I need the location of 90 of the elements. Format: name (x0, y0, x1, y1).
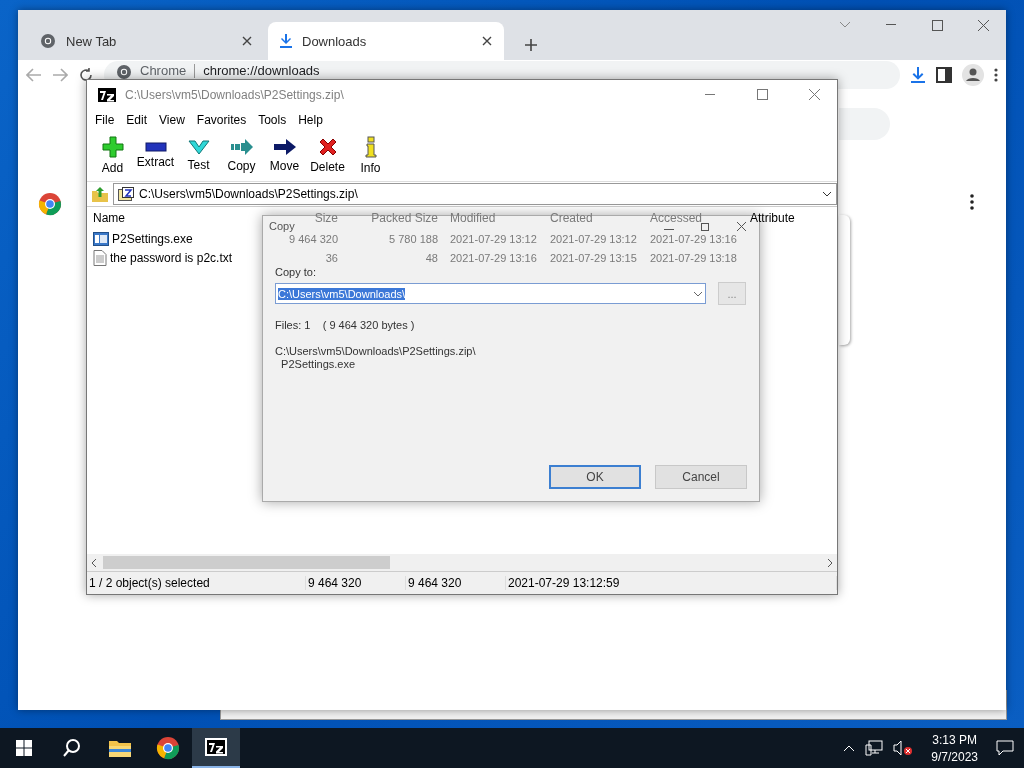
window-title: C:\Users\vm5\Downloads\P2Settings.zip\ (125, 87, 345, 102)
chevron-down-icon[interactable] (822, 191, 832, 197)
chevron-down-icon (187, 139, 210, 155)
archive-icon (118, 187, 134, 201)
chevron-up-icon[interactable] (843, 744, 856, 752)
dialog-button[interactable]: Cancel (655, 465, 747, 489)
windows-start-icon[interactable] (16, 740, 32, 756)
status-text: 1 / 2 object(s) selected (87, 576, 306, 590)
arrow-right-icon (229, 138, 254, 156)
minimize-icon[interactable] (664, 229, 674, 231)
status-text: 9 464 320 (406, 576, 506, 590)
application-icon (93, 231, 109, 246)
destination-combobox[interactable]: C:\Users\vm5\Downloads\ (275, 283, 706, 304)
status-text: 9 464 320 (306, 576, 406, 590)
folder-icon[interactable] (108, 738, 132, 758)
toolbar-button[interactable]: Add (91, 132, 134, 179)
table-cell-text: 2021-07-29 13:16 (449, 251, 538, 264)
close-icon[interactable] (736, 222, 746, 231)
address-field[interactable]: C:\Users\vm5\Downloads\P2Settings.zip\ (113, 183, 837, 205)
table-cell-text: 2021-07-29 13:18 (649, 251, 738, 264)
table-cell-text: 48 (424, 251, 439, 264)
menu-icon[interactable] (994, 68, 998, 82)
arrow-right-icon (272, 138, 297, 156)
table-cell-text: 2021-07-29 13:15 (549, 251, 638, 264)
browser-tab[interactable]: New Tab (28, 22, 264, 60)
toolbar-button[interactable]: Test (177, 132, 220, 179)
close-icon[interactable] (482, 36, 492, 46)
source-path: C:\Users\vm5\Downloads\P2Settings.zip\ (275, 345, 477, 358)
maximize-icon[interactable] (931, 19, 943, 31)
download-icon (280, 34, 292, 48)
search-field[interactable] (839, 108, 890, 140)
toolbar-button[interactable]: Copy (220, 132, 263, 179)
chevron-down-icon[interactable] (693, 290, 703, 297)
column-header[interactable]: Attribute (744, 211, 835, 225)
toolbar-button[interactable]: Extract (134, 132, 177, 179)
taskbar-app[interactable] (192, 728, 240, 768)
reload-icon[interactable] (78, 67, 94, 83)
plus-icon[interactable] (524, 38, 538, 52)
close-icon[interactable] (808, 89, 820, 100)
horizontal-scrollbar[interactable] (87, 554, 837, 571)
menu-item[interactable]: Help (292, 112, 329, 127)
profile-icon[interactable] (962, 64, 984, 86)
download-icon[interactable] (910, 67, 926, 83)
document-icon (93, 249, 107, 266)
network-icon[interactable] (865, 740, 884, 756)
menu-item[interactable]: Favorites (190, 112, 253, 127)
minimize-icon[interactable] (705, 93, 715, 96)
menu-icon[interactable] (970, 194, 974, 210)
menu-item[interactable]: Edit (120, 112, 154, 127)
source-path: P2Settings.exe (280, 358, 357, 371)
maximize-icon[interactable] (756, 89, 768, 100)
chrome-logo-icon (40, 33, 56, 49)
archive-app-icon[interactable] (204, 737, 228, 757)
chrome-logo-icon[interactable] (156, 736, 180, 760)
menu-item[interactable]: Tools (252, 112, 293, 127)
table-cell-text: 2021-07-29 13:12 (449, 232, 538, 245)
menu-item[interactable]: File (89, 112, 121, 127)
table-cell-text: 9 464 320 (288, 232, 339, 245)
files-info: Files: 1 ( 9 464 320 bytes ) (275, 319, 416, 331)
cross-icon (317, 137, 338, 157)
dialog-title: Copy (269, 219, 295, 232)
notification-icon[interactable] (996, 740, 1014, 756)
chrome-logo-icon (38, 192, 62, 216)
plus-icon (101, 136, 124, 158)
folder-up-icon[interactable] (91, 185, 109, 203)
column-header[interactable]: Name (87, 211, 244, 225)
minus-icon (144, 142, 167, 152)
volume-muted-icon[interactable] (893, 740, 914, 756)
side-panel-icon[interactable] (936, 67, 952, 83)
file-name[interactable]: P2Settings.exe (112, 231, 193, 246)
table-cell-text: 5 780 188 (388, 232, 439, 245)
table-cell-text: 36 (324, 251, 339, 264)
toolbar-button[interactable]: Delete (306, 132, 349, 179)
file-name[interactable]: the password is p2c.txt (110, 250, 233, 265)
maximize-icon[interactable] (701, 223, 709, 231)
toolbar-button[interactable]: Info (349, 132, 392, 179)
dialog-button[interactable]: OK (549, 465, 641, 489)
close-icon[interactable] (977, 19, 989, 31)
toolbar-button[interactable]: Move (263, 132, 306, 179)
field-label: Copy to: (275, 266, 317, 278)
status-text: 2021-07-29 13:12:59 (506, 576, 837, 590)
menu-item[interactable]: View (153, 112, 191, 127)
search-icon[interactable] (62, 738, 82, 758)
table-cell-text: 2021-07-29 13:12 (549, 232, 638, 245)
clock[interactable]: 3:13 PM 9/7/2023 (923, 732, 986, 764)
table-cell-text: 2021-07-29 13:16 (649, 232, 738, 245)
info-icon (364, 136, 377, 158)
minimize-icon[interactable] (886, 24, 896, 26)
close-icon[interactable] (242, 36, 252, 46)
browser-tab[interactable]: Downloads (268, 22, 504, 60)
